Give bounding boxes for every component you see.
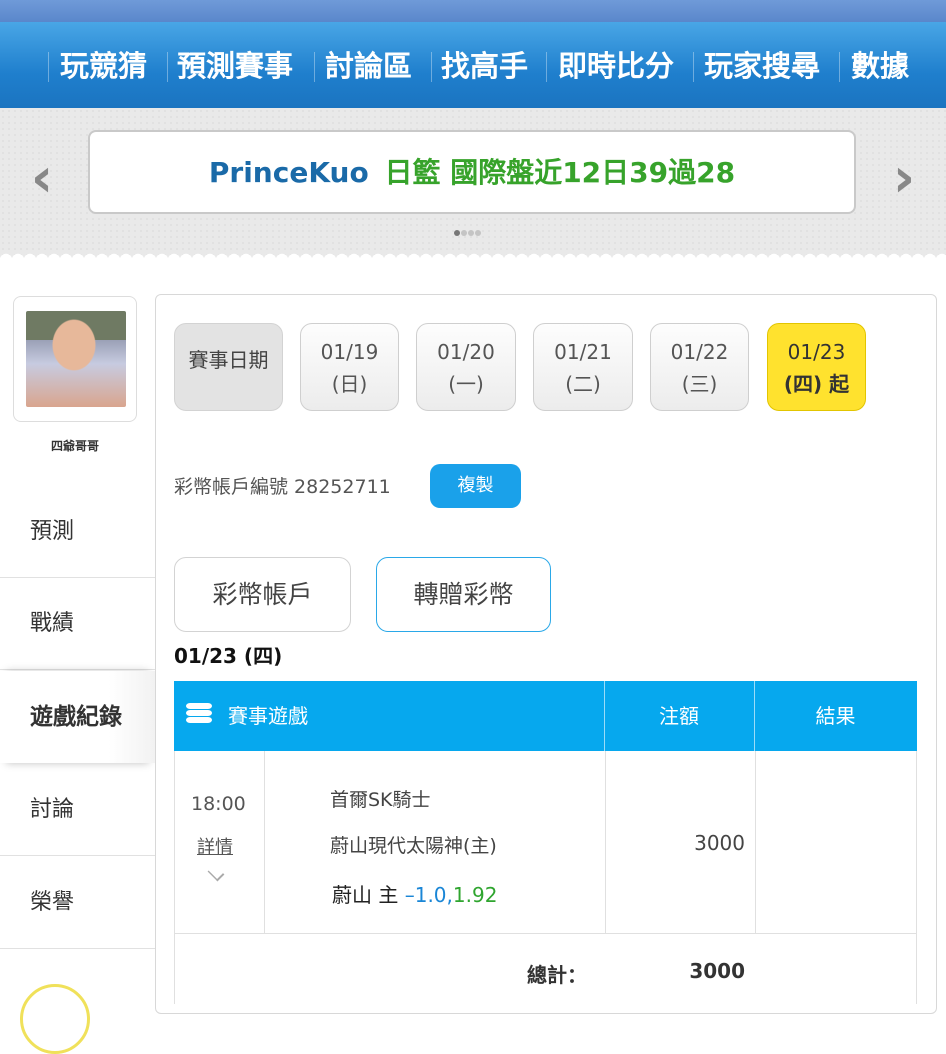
header-game: 賽事遊戲 xyxy=(228,704,308,728)
sidebar-item-discussion[interactable]: 討論 xyxy=(0,764,155,856)
nav-item-player-search[interactable]: 玩家搜尋 xyxy=(704,22,820,108)
date-tab-date: 01/19 xyxy=(320,340,379,364)
date-label: 賽事日期 xyxy=(174,323,283,411)
nav-item-predict[interactable]: 預測賽事 xyxy=(177,22,293,108)
date-tab-weekday: (二) xyxy=(565,372,601,396)
pick-odds: 1.92 xyxy=(452,883,498,907)
pick-team: 蔚山 主 xyxy=(332,883,399,907)
date-tab[interactable]: 01/19 (日) xyxy=(300,323,399,411)
carousel-dot[interactable] xyxy=(461,230,467,236)
username: 四爺哥哥 xyxy=(50,439,99,453)
home-team: 蔚山現代太陽神(主) xyxy=(330,835,497,857)
avatar xyxy=(26,311,126,407)
badge-icon[interactable] xyxy=(20,984,90,1054)
date-tab[interactable]: 01/21 (二) xyxy=(533,323,633,411)
top-strip xyxy=(0,0,946,22)
sidebar-item-game-log[interactable]: 遊戲紀錄 xyxy=(0,671,155,763)
match-time: 18:00 xyxy=(191,793,246,815)
nav-item-experts[interactable]: 找高手 xyxy=(441,22,528,108)
nav-separator xyxy=(314,52,315,82)
detail-link[interactable]: 詳情 xyxy=(197,833,233,859)
banner-carousel: ‹ PrinceKuo 日籃 國際盤近12日39過28 › xyxy=(0,108,946,260)
nav-separator xyxy=(431,52,432,82)
nav-separator xyxy=(546,52,547,82)
header-bet: 注額 xyxy=(659,704,699,728)
banner-record: 日籃 國際盤近12日39過28 xyxy=(384,156,736,189)
date-tab-weekday: (三) xyxy=(681,372,718,396)
date-tab-weekday: (一) xyxy=(448,372,484,396)
column-divider xyxy=(755,751,756,933)
chevron-right-icon[interactable]: › xyxy=(884,148,924,208)
table-header: 賽事遊戲 注額 結果 xyxy=(174,681,917,751)
nav-separator xyxy=(48,52,49,82)
date-tab-date: 01/22 xyxy=(670,340,729,364)
sidebar-item-record[interactable]: 戰績 xyxy=(0,578,155,670)
banner-card[interactable]: PrinceKuo 日籃 國際盤近12日39過28 xyxy=(88,130,856,214)
carousel-dot[interactable] xyxy=(475,230,481,236)
banner-expert-name: PrinceKuo xyxy=(208,156,369,189)
nav-separator xyxy=(839,52,840,82)
date-tab-weekday: (四) 起 xyxy=(783,372,850,396)
nav-separator xyxy=(167,52,168,82)
nav-item-forum[interactable]: 討論區 xyxy=(325,22,412,108)
date-tab-date: 01/20 xyxy=(437,340,495,364)
date-tab-active[interactable]: 01/23 (四) 起 xyxy=(767,323,866,411)
total-value: 3000 xyxy=(689,959,745,983)
date-tab-weekday: (日) xyxy=(331,372,368,396)
bet-pick: 蔚山 主 –1.0,1.92 xyxy=(332,879,497,908)
date-tab[interactable]: 01/22 (三) xyxy=(650,323,749,411)
sidebar-item-predict[interactable]: 預測 xyxy=(0,486,155,578)
nav-item-stats[interactable]: 數據 xyxy=(851,22,909,108)
carousel-dot[interactable] xyxy=(454,230,460,236)
nav-separator xyxy=(693,52,694,82)
date-tab[interactable]: 01/20 (一) xyxy=(416,323,516,411)
chevron-down-icon[interactable] xyxy=(207,864,225,882)
total-label: 總計： xyxy=(527,963,587,987)
header-result: 結果 xyxy=(815,704,856,728)
table-row: 18:00 詳情 首爾SK騎士 蔚山現代太陽神(主) 蔚山 主 –1.0,1.9… xyxy=(174,751,917,934)
carousel-dot[interactable] xyxy=(468,230,474,236)
avatar-card[interactable] xyxy=(13,296,137,422)
top-nav: 玩競猜 預測賽事 討論區 找高手 即時比分 玩家搜尋 數據 xyxy=(0,22,946,108)
tab-coin-account[interactable]: 彩幣帳戶 xyxy=(174,557,351,632)
bet-amount: 3000 xyxy=(694,831,745,855)
banner-wave-edge xyxy=(0,250,946,260)
column-divider xyxy=(264,751,265,933)
date-tab-date: 01/21 xyxy=(554,340,612,364)
away-team: 首爾SK騎士 xyxy=(330,789,431,811)
nav-item-guess[interactable]: 玩競猜 xyxy=(60,22,147,108)
copy-button[interactable]: 複製 xyxy=(430,464,521,508)
pick-handicap: –1.0, xyxy=(404,883,453,907)
coin-stack-icon xyxy=(186,703,212,729)
table-total-row: 總計： 3000 xyxy=(174,934,917,1004)
chevron-left-icon[interactable]: ‹ xyxy=(22,148,62,208)
nav-item-livescore[interactable]: 即時比分 xyxy=(558,22,674,108)
account-number: 彩幣帳戶編號 28252711 xyxy=(174,476,391,498)
sidebar-item-honor[interactable]: 榮譽 xyxy=(0,857,155,949)
carousel-dots xyxy=(454,221,482,236)
day-heading: 01/23 (四) xyxy=(174,644,283,668)
tab-transfer-coins[interactable]: 轉贈彩幣 xyxy=(376,557,551,632)
date-tab-date: 01/23 xyxy=(787,340,846,364)
